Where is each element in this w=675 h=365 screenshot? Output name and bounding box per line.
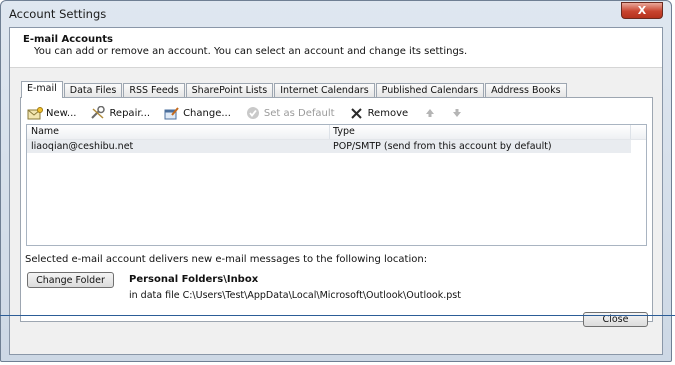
- tab-sharepoint-lists[interactable]: SharePoint Lists: [185, 83, 274, 98]
- tab-data-files[interactable]: Data Files: [63, 83, 123, 98]
- table-row[interactable]: liaoqian@ceshibu.net POP/SMTP (send from…: [27, 140, 631, 153]
- column-header-name[interactable]: Name: [31, 126, 59, 137]
- title-bar[interactable]: Account Settings X: [1, 1, 671, 27]
- email-tab-panel: New... Repair... Change... Set as Defaul…: [20, 97, 653, 322]
- remove-icon: [349, 106, 365, 120]
- new-account-button[interactable]: New...: [27, 106, 76, 120]
- tab-address-books[interactable]: Address Books: [485, 83, 567, 98]
- set-default-icon: [245, 106, 261, 120]
- new-account-label: New...: [46, 107, 77, 119]
- change-icon: [164, 106, 180, 120]
- column-divider[interactable]: [630, 125, 631, 139]
- delivery-folder-path: in data file C:\Users\Test\AppData\Local…: [129, 290, 461, 301]
- account-type-cell: POP/SMTP (send from this account by defa…: [333, 141, 552, 152]
- account-name-cell: liaoqian@ceshibu.net: [31, 141, 134, 152]
- column-header-type[interactable]: Type: [333, 126, 355, 137]
- dialog-client-area: E-mail Accounts You can add or remove an…: [9, 27, 663, 355]
- remove-account-button[interactable]: Remove: [349, 106, 409, 120]
- change-account-button[interactable]: Change...: [164, 106, 231, 120]
- tab-email[interactable]: E-mail: [21, 81, 63, 98]
- new-mail-icon: [27, 106, 43, 120]
- tab-rss-feeds[interactable]: RSS Feeds: [123, 83, 185, 98]
- tab-strip: E-mail Data Files RSS Feeds SharePoint L…: [21, 81, 568, 98]
- column-divider[interactable]: [329, 125, 330, 139]
- delivery-description: Selected e-mail account delivers new e-m…: [25, 254, 428, 265]
- window-title: Account Settings: [9, 7, 107, 21]
- list-header: Name Type: [27, 125, 646, 140]
- account-list[interactable]: Name Type liaoqian@ceshibu.net POP/SMTP …: [26, 124, 647, 246]
- change-account-label: Change...: [183, 107, 231, 119]
- window-close-button[interactable]: X: [621, 2, 663, 19]
- move-up-icon: [422, 106, 438, 120]
- repair-account-button[interactable]: Repair...: [90, 106, 150, 120]
- section-title: E-mail Accounts: [23, 34, 113, 45]
- tab-internet-calendars[interactable]: Internet Calendars: [274, 83, 375, 98]
- move-down-icon: [449, 106, 465, 120]
- set-default-label: Set as Default: [263, 107, 335, 119]
- header-panel: E-mail Accounts You can add or remove an…: [10, 28, 662, 68]
- section-description: You can add or remove an account. You ca…: [34, 46, 468, 57]
- tab-published-calendars[interactable]: Published Calendars: [375, 83, 485, 98]
- change-folder-button[interactable]: Change Folder: [27, 272, 114, 288]
- set-default-button[interactable]: Set as Default: [245, 106, 335, 120]
- repair-icon: [90, 106, 106, 120]
- account-settings-window: Account Settings X E-mail Accounts You c…: [0, 0, 672, 362]
- remove-account-label: Remove: [367, 107, 409, 119]
- delivery-folder-name: Personal Folders\Inbox: [129, 274, 259, 285]
- move-up-button[interactable]: [422, 106, 441, 120]
- repair-account-label: Repair...: [109, 107, 151, 119]
- horizontal-rule: [0, 315, 675, 316]
- account-toolbar: New... Repair... Change... Set as Defaul…: [27, 104, 482, 122]
- move-down-button[interactable]: [449, 106, 468, 120]
